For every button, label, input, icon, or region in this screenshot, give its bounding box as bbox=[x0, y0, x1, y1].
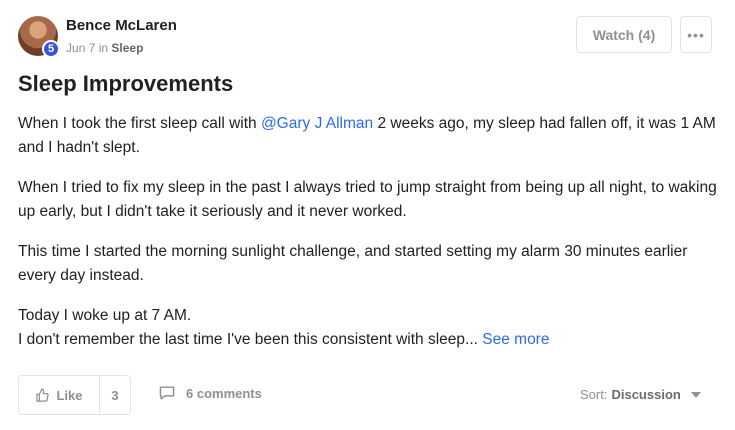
paragraph-1: When I took the first sleep call with @G… bbox=[18, 112, 718, 160]
watch-button[interactable]: Watch (4) bbox=[576, 16, 672, 53]
like-button[interactable]: Like bbox=[19, 376, 100, 414]
chevron-down-icon bbox=[690, 391, 701, 398]
category-link[interactable]: Sleep bbox=[111, 41, 143, 55]
sort-dropdown[interactable]: Sort: Discussion bbox=[580, 387, 701, 402]
more-options-button[interactable]: ••• bbox=[680, 16, 712, 53]
sort-label: Sort: bbox=[580, 387, 608, 402]
mention-link[interactable]: @Gary J Allman bbox=[261, 115, 373, 132]
paragraph-1-start: When I took the first sleep call with bbox=[18, 115, 261, 132]
post-date: Jun 7 bbox=[66, 41, 96, 55]
level-badge: 5 bbox=[42, 40, 60, 58]
comment-icon bbox=[159, 386, 175, 400]
paragraph-2: When I tried to fix my sleep in the past… bbox=[18, 179, 717, 220]
comments-label: 6 comments bbox=[186, 385, 262, 401]
thumbs-up-icon bbox=[36, 388, 50, 402]
paragraph-4: Today I woke up at 7 AM. bbox=[18, 307, 192, 324]
comments-button[interactable]: 6 comments bbox=[158, 385, 262, 401]
in-word: in bbox=[98, 41, 109, 55]
paragraph-5-text: I don't remember the last time I've been… bbox=[18, 331, 478, 348]
see-more-link[interactable]: See more bbox=[482, 331, 549, 348]
like-count[interactable]: 3 bbox=[100, 376, 130, 414]
like-group: Like 3 bbox=[18, 375, 131, 415]
post-title: Sleep Improvements bbox=[18, 71, 234, 96]
like-label: Like bbox=[56, 387, 83, 403]
paragraph-5: I don't remember the last time I've been… bbox=[18, 328, 718, 352]
post-body: When I took the first sleep call with @G… bbox=[18, 112, 718, 352]
author-name[interactable]: Bence McLaren bbox=[66, 17, 177, 34]
sort-value: Discussion bbox=[611, 387, 681, 402]
paragraph-3: This time I started the morning sunlight… bbox=[18, 243, 688, 284]
post-meta: Jun 7 in Sleep bbox=[66, 41, 143, 55]
